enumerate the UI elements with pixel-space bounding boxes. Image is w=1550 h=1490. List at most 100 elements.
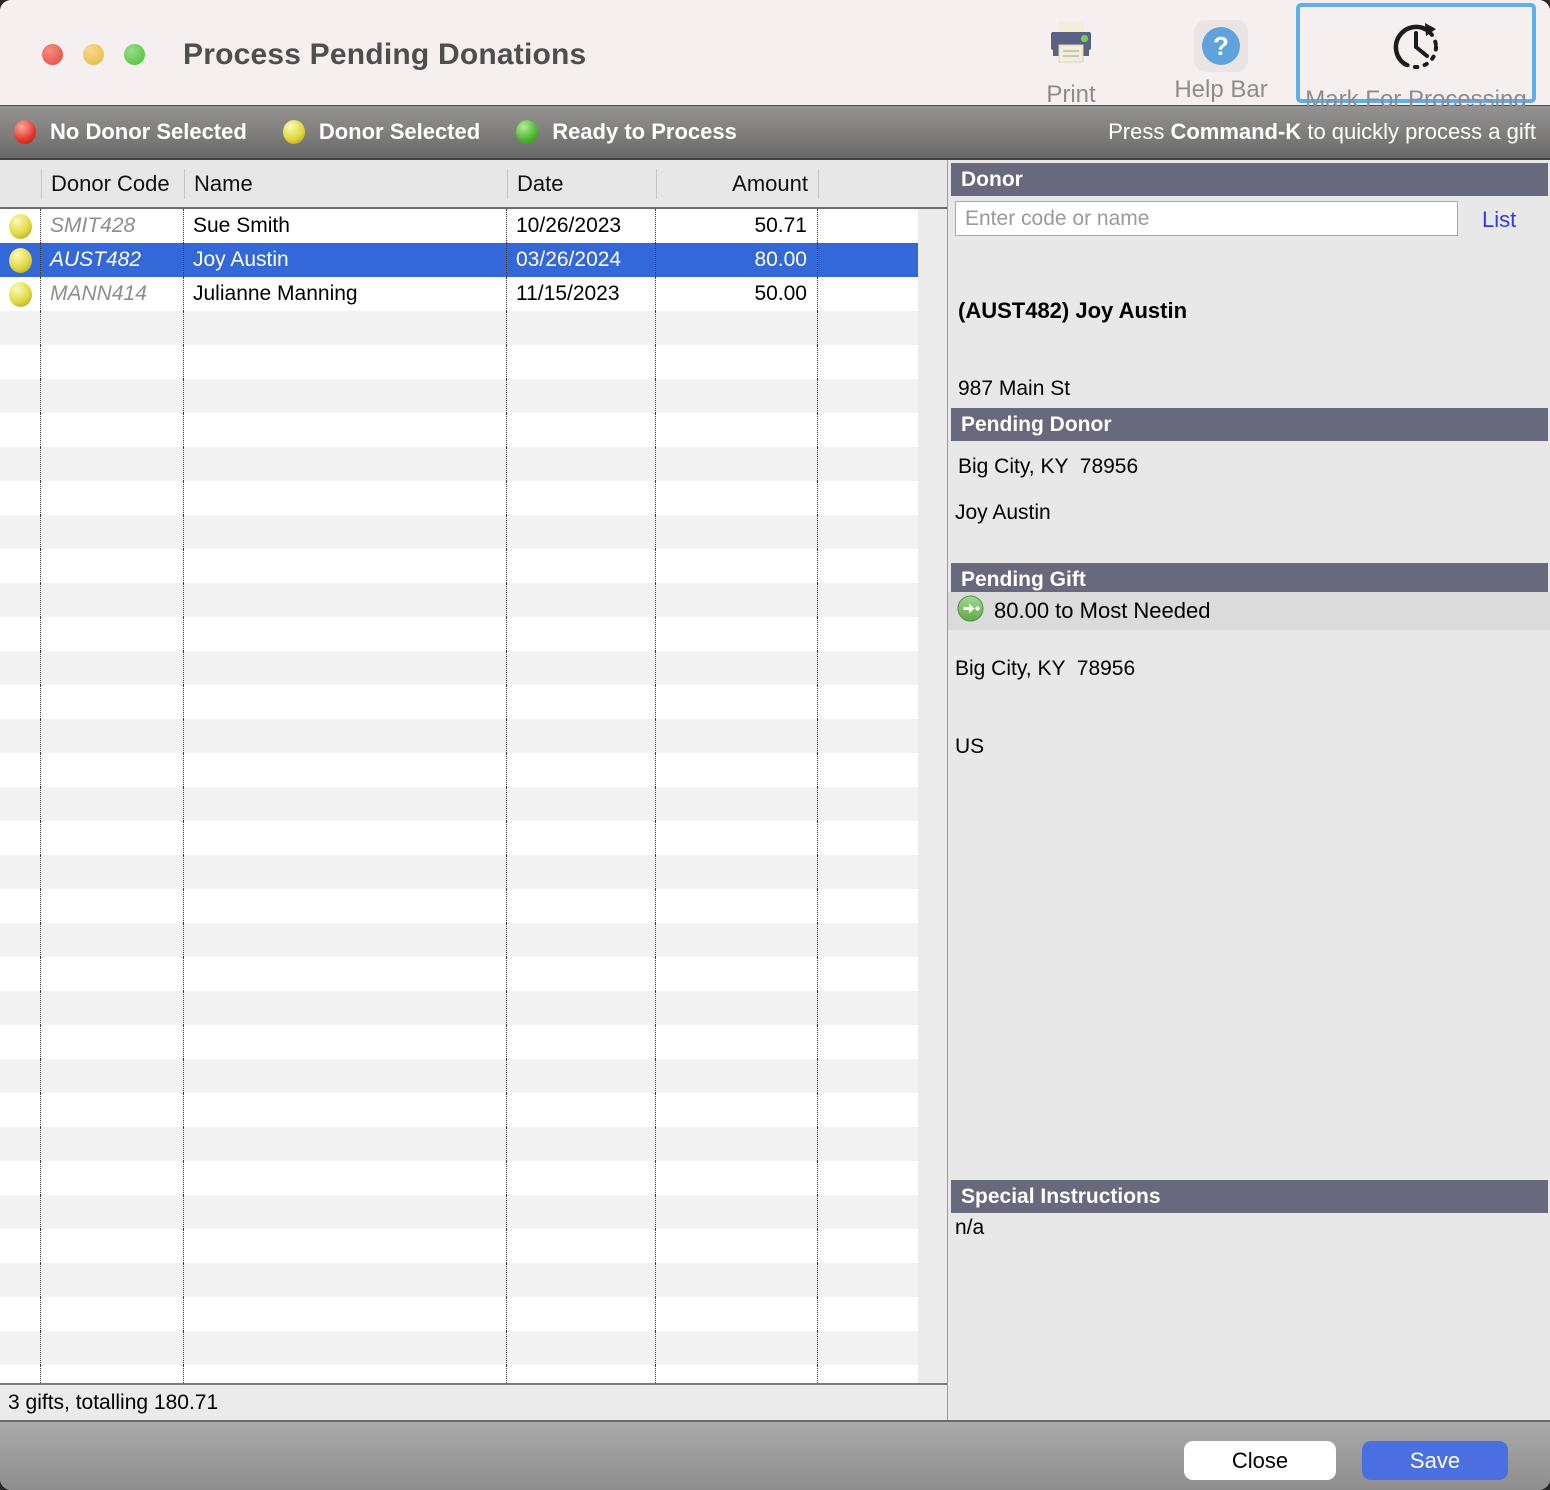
empty-table-row[interactable] [0,855,919,889]
row-date [507,311,656,345]
pending-gift-row[interactable]: 80.00 to Most Needed [948,592,1550,630]
empty-table-row[interactable] [0,583,919,617]
row-spare-cell [818,1161,919,1195]
row-status-icon [9,214,32,239]
empty-table-row[interactable] [0,1161,919,1195]
print-button[interactable]: Print [996,0,1146,109]
row-spare-cell [818,243,919,277]
empty-table-row[interactable] [0,515,919,549]
row-amount [656,515,818,549]
row-donor-code [41,821,184,855]
row-name [184,1229,507,1263]
empty-table-row[interactable] [0,1263,919,1297]
empty-table-row[interactable] [0,1365,919,1383]
empty-table-row[interactable] [0,311,919,345]
table-row[interactable]: SMIT428 Sue Smith 10/26/2023 50.71 [0,209,919,243]
empty-table-row[interactable] [0,379,919,413]
row-amount [656,685,818,719]
row-spare-cell [818,787,919,821]
row-amount [656,1331,818,1365]
empty-table-row[interactable] [0,549,919,583]
row-spare-cell [818,617,919,651]
table-row[interactable]: MANN414 Julianne Manning 11/15/2023 50.0… [0,277,919,311]
row-date [507,855,656,889]
row-spare-cell [818,379,919,413]
detail-panel: Donor List (AUST482) Joy Austin 987 Main… [948,160,1550,1420]
row-amount [656,311,818,345]
empty-table-row[interactable] [0,889,919,923]
empty-table-row[interactable] [0,1297,919,1331]
row-amount [656,447,818,481]
empty-table-row[interactable] [0,651,919,685]
row-donor-code [41,311,184,345]
row-amount [656,1195,818,1229]
donor-code-column-header: Donor Code [41,169,184,199]
row-spare-cell [818,1263,919,1297]
empty-table-row[interactable] [0,345,919,379]
empty-table-row[interactable] [0,1025,919,1059]
empty-table-row[interactable] [0,1059,919,1093]
empty-table-row[interactable] [0,617,919,651]
empty-table-row[interactable] [0,447,919,481]
row-name: Joy Austin [184,243,507,277]
minimize-window-icon[interactable] [83,44,104,65]
empty-table-row[interactable] [0,1093,919,1127]
row-amount [656,787,818,821]
pending-donor-line: US [955,734,1135,760]
row-amount [656,345,818,379]
row-name [184,1025,507,1059]
row-amount [656,651,818,685]
row-amount [656,957,818,991]
printer-icon [1045,20,1097,77]
save-button[interactable]: Save [1362,1441,1508,1480]
empty-table-row[interactable] [0,923,919,957]
close-window-icon[interactable] [42,44,63,65]
legend-donor-selected: Donor Selected [283,119,480,145]
empty-table-row[interactable] [0,821,919,855]
row-spare-cell [818,1127,919,1161]
clock-processing-icon [1388,19,1444,82]
help-bar-button[interactable]: ? Help Bar [1146,0,1296,104]
empty-table-row[interactable] [0,753,919,787]
row-name [184,1263,507,1297]
empty-table-row[interactable] [0,719,919,753]
row-amount [656,1297,818,1331]
pending-donor-line: Big City, KY 78956 [955,656,1135,682]
row-name [184,583,507,617]
pending-donor-info: Joy Austin 987 Main St Big City, KY 7895… [955,448,1135,812]
zoom-window-icon[interactable] [124,44,145,65]
print-label: Print [1046,81,1095,109]
row-date [507,787,656,821]
empty-table-row[interactable] [0,1195,919,1229]
row-donor-code [41,685,184,719]
scrollbar-gutter[interactable] [918,209,947,1383]
empty-table-row[interactable] [0,481,919,515]
close-button[interactable]: Close [1184,1441,1336,1480]
row-donor-code [41,1059,184,1093]
row-date [507,889,656,923]
row-amount [656,821,818,855]
empty-table-row[interactable] [0,957,919,991]
row-donor-code [41,1263,184,1297]
special-instructions-value: n/a [955,1216,984,1240]
row-name [184,617,507,651]
row-donor-code [41,617,184,651]
row-amount [656,889,818,923]
row-name [184,1127,507,1161]
row-amount [656,549,818,583]
empty-table-row[interactable] [0,1127,919,1161]
empty-table-row[interactable] [0,1229,919,1263]
row-date [507,345,656,379]
empty-table-row[interactable] [0,1331,919,1365]
empty-table-row[interactable] [0,991,919,1025]
row-name [184,311,507,345]
empty-table-row[interactable] [0,787,919,821]
empty-table-row[interactable] [0,685,919,719]
donor-search-input[interactable] [955,201,1458,236]
list-link[interactable]: List [1482,207,1516,233]
empty-table-row[interactable] [0,413,919,447]
mark-for-processing-button[interactable]: Mark For Processing [1296,3,1536,103]
table-row[interactable]: AUST482 Joy Austin 03/26/2024 80.00 [0,243,919,277]
yellow-status-icon [283,120,305,144]
row-date [507,1263,656,1297]
